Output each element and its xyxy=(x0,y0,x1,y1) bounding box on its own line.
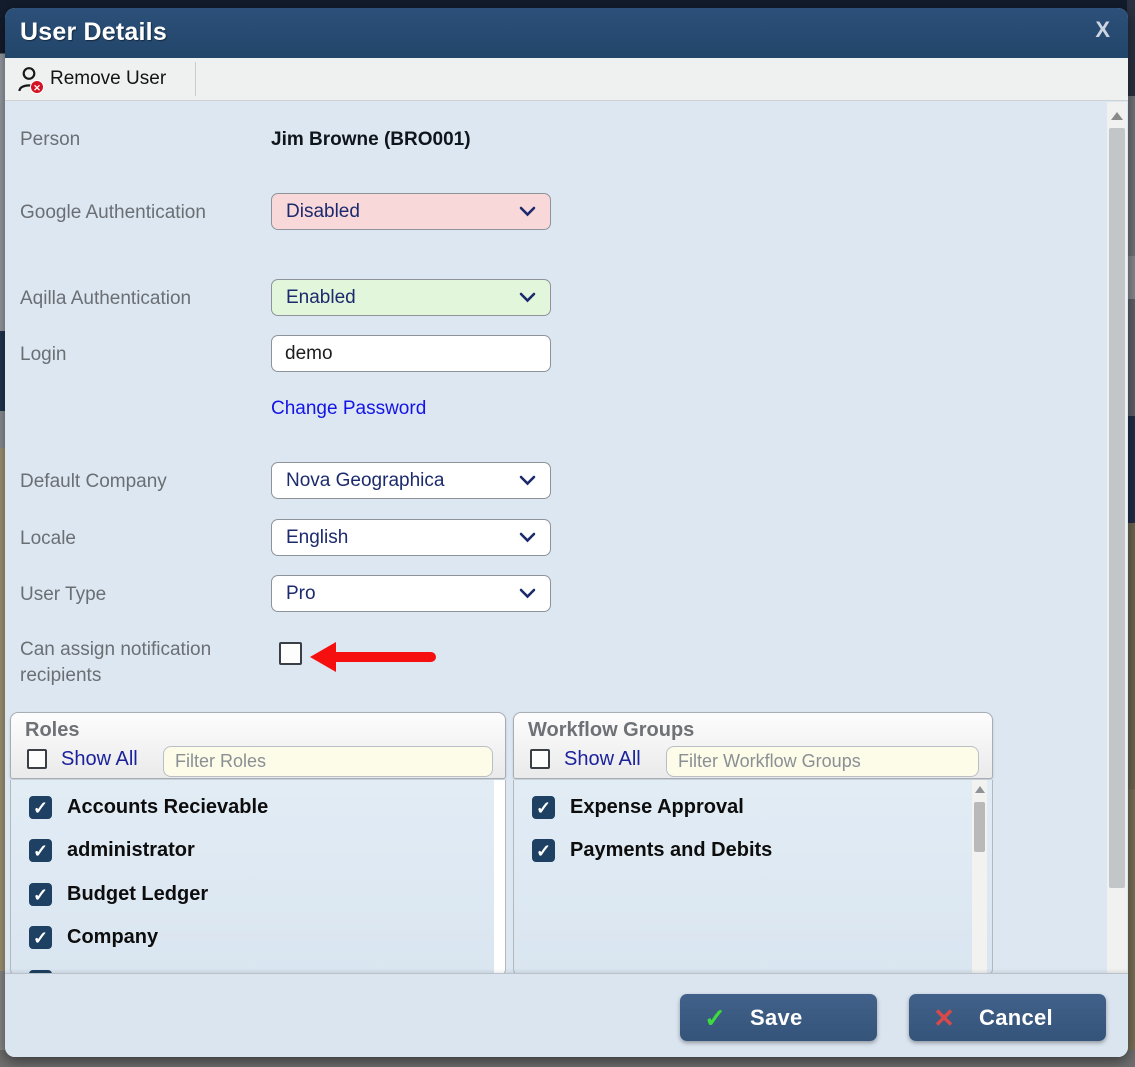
roles-scroll-gutter xyxy=(494,780,506,977)
role-checkbox[interactable] xyxy=(29,839,52,862)
close-icon[interactable]: X xyxy=(1095,19,1110,41)
can-assign-checkbox[interactable] xyxy=(279,642,302,665)
google-auth-select[interactable]: Disabled xyxy=(271,193,551,230)
workflow-show-all-label[interactable]: Show All xyxy=(564,748,641,771)
google-auth-label: Google Authentication xyxy=(20,202,206,224)
save-check-icon: ✓ xyxy=(680,1005,750,1031)
role-checkbox[interactable] xyxy=(29,883,52,906)
workflow-label: Payments and Debits xyxy=(570,839,772,862)
remove-badge-x-icon: ✕ xyxy=(30,80,44,94)
role-label: Budget Ledger xyxy=(67,883,208,906)
list-item[interactable]: Accounts Recievable xyxy=(29,796,268,819)
roles-list: Accounts Recievable administrator Budget… xyxy=(10,780,506,977)
chevron-down-icon xyxy=(519,475,536,486)
workflow-groups-list: Expense Approval Payments and Debits xyxy=(513,780,993,977)
locale-select[interactable]: English xyxy=(271,519,551,556)
toolbar-separator xyxy=(195,62,196,96)
remove-user-button[interactable]: ✕ Remove User xyxy=(11,61,178,97)
workflow-groups-panel-title: Workflow Groups xyxy=(528,719,694,742)
workflow-label: Expense Approval xyxy=(570,796,744,819)
red-arrow-annotation-icon xyxy=(310,642,436,672)
aqilla-auth-value: Enabled xyxy=(286,287,356,309)
workflow-filter-input[interactable] xyxy=(666,746,979,777)
role-label: Accounts Recievable xyxy=(67,796,268,819)
dialog-title: User Details xyxy=(20,18,167,47)
default-company-value: Nova Geographica xyxy=(286,470,444,492)
list-item[interactable]: Budget Ledger xyxy=(29,883,208,906)
list-item[interactable]: administrator xyxy=(29,839,195,862)
dialog-footer: ✓ Save ✕ Cancel xyxy=(5,973,1128,1057)
chevron-down-icon xyxy=(519,292,536,303)
list-item[interactable]: Payments and Debits xyxy=(532,839,772,862)
dialog-toolbar: ✕ Remove User xyxy=(5,58,1128,101)
roles-show-all-checkbox[interactable] xyxy=(27,749,47,769)
background-page-right-strip xyxy=(1127,0,1135,1067)
workflow-groups-panel-header: Workflow Groups Show All xyxy=(513,712,993,779)
remove-user-icon: ✕ xyxy=(17,66,41,92)
role-label: administrator xyxy=(67,839,195,862)
role-label: Company xyxy=(67,926,158,949)
workflow-checkbox[interactable] xyxy=(532,796,555,819)
role-checkbox[interactable] xyxy=(29,926,52,949)
person-label: Person xyxy=(20,129,80,151)
login-label: Login xyxy=(20,344,67,366)
can-assign-label: Can assign notification recipients xyxy=(20,637,235,689)
roles-show-all-label[interactable]: Show All xyxy=(61,748,138,771)
scroll-up-arrow-icon[interactable] xyxy=(975,786,985,793)
workflow-scrollbar-thumb[interactable] xyxy=(974,802,985,852)
person-value: Jim Browne (BRO001) xyxy=(271,129,471,151)
dialog-scrollbar-thumb[interactable] xyxy=(1109,128,1125,888)
screen: User Details X ✕ Remove User Person Jim … xyxy=(0,0,1135,1067)
list-item[interactable]: Expense Approval xyxy=(532,796,744,819)
remove-user-label: Remove User xyxy=(50,68,166,90)
workflow-checkbox[interactable] xyxy=(532,839,555,862)
locale-value: English xyxy=(286,527,348,549)
scroll-up-arrow-icon[interactable] xyxy=(1111,112,1123,120)
google-auth-value: Disabled xyxy=(286,201,360,223)
cancel-button-label: Cancel xyxy=(979,1005,1053,1031)
user-type-value: Pro xyxy=(286,583,316,605)
role-checkbox[interactable] xyxy=(29,796,52,819)
user-details-dialog: User Details X ✕ Remove User Person Jim … xyxy=(5,8,1128,1057)
default-company-label: Default Company xyxy=(20,471,167,493)
dialog-titlebar: User Details X xyxy=(5,8,1128,58)
chevron-down-icon xyxy=(519,206,536,217)
locale-label: Locale xyxy=(20,528,76,550)
workflow-show-all-checkbox[interactable] xyxy=(530,749,550,769)
default-company-select[interactable]: Nova Geographica xyxy=(271,462,551,499)
change-password-link[interactable]: Change Password xyxy=(271,398,426,420)
chevron-down-icon xyxy=(519,532,536,543)
cancel-x-icon: ✕ xyxy=(909,1005,979,1031)
aqilla-auth-select[interactable]: Enabled xyxy=(271,279,551,316)
aqilla-auth-label: Aqilla Authentication xyxy=(20,288,191,310)
roles-filter-input[interactable] xyxy=(163,746,493,777)
roles-panel-title: Roles xyxy=(25,719,79,742)
list-item[interactable]: Company xyxy=(29,926,158,949)
chevron-down-icon xyxy=(519,588,536,599)
save-button[interactable]: ✓ Save xyxy=(680,994,877,1041)
roles-panel-header: Roles Show All xyxy=(10,712,506,779)
save-button-label: Save xyxy=(750,1005,803,1031)
login-input[interactable] xyxy=(271,335,551,372)
user-type-select[interactable]: Pro xyxy=(271,575,551,612)
cancel-button[interactable]: ✕ Cancel xyxy=(909,994,1106,1041)
user-type-label: User Type xyxy=(20,584,106,606)
